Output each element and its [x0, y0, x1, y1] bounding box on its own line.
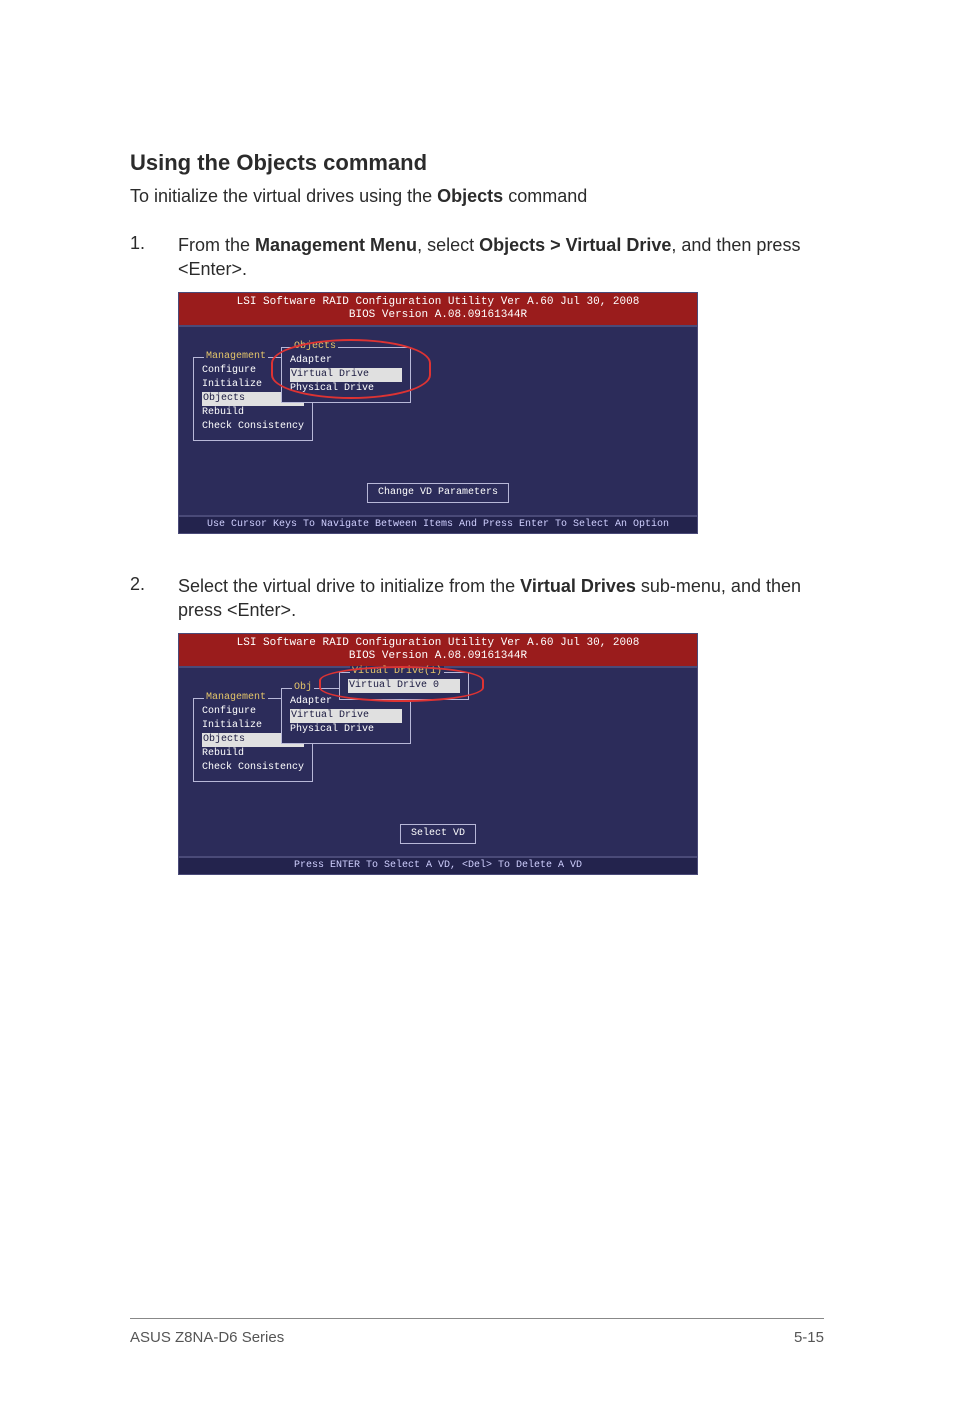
- objects-menu-panel: Objects Adapter Virtual Drive Physical D…: [281, 347, 411, 403]
- bios-screenshot-1: LSI Software RAID Configuration Utility …: [178, 292, 824, 534]
- description-box: Select VD: [400, 824, 476, 844]
- intro-text-post: command: [503, 186, 587, 206]
- page-footer: ASUS Z8NA-D6 Series 5-15: [130, 1318, 824, 1346]
- menu-item-virtual-drive[interactable]: Virtual Drive: [290, 709, 402, 723]
- intro-text-pre: To initialize the virtual drives using t…: [130, 186, 437, 206]
- step-number: 2.: [130, 574, 178, 623]
- menu-item-physical-drive[interactable]: Physical Drive: [290, 382, 402, 396]
- menu-item-virtual-drive[interactable]: Virtual Drive: [290, 368, 402, 382]
- objects-menu-legend-short: Obj: [292, 682, 314, 694]
- management-menu-legend: Management: [204, 692, 268, 704]
- section-heading: Using the Objects command: [130, 150, 824, 176]
- menu-item-check-consistency[interactable]: Check Consistency: [202, 420, 304, 434]
- bios-footer-hint: Press ENTER To Select A VD, <Del> To Del…: [178, 857, 698, 875]
- menu-item-virtual-drive-0[interactable]: Virtual Drive 0: [348, 679, 460, 693]
- bios-title-line1: LSI Software RAID Configuration Utility …: [185, 637, 691, 650]
- virtual-drives-submenu: Vitual Drive(1) Virtual Drive 0: [339, 672, 469, 700]
- menu-item-rebuild[interactable]: Rebuild: [202, 747, 304, 761]
- step-2: 2. Select the virtual drive to initializ…: [130, 574, 824, 623]
- menu-item-adapter[interactable]: Adapter: [290, 354, 402, 368]
- bios-screenshot-2: LSI Software RAID Configuration Utility …: [178, 633, 824, 875]
- step-1: 1. From the Management Menu, select Obje…: [130, 233, 824, 282]
- intro-paragraph: To initialize the virtual drives using t…: [130, 186, 824, 207]
- step-body: Select the virtual drive to initialize f…: [178, 574, 824, 623]
- footer-right: 5-15: [794, 1329, 824, 1346]
- menu-item-rebuild[interactable]: Rebuild: [202, 406, 304, 420]
- bios-title: LSI Software RAID Configuration Utility …: [178, 633, 698, 667]
- footer-left: ASUS Z8NA-D6 Series: [130, 1329, 284, 1346]
- bios-title: LSI Software RAID Configuration Utility …: [178, 292, 698, 326]
- step-body: From the Management Menu, select Objects…: [178, 233, 824, 282]
- menu-item-check-consistency[interactable]: Check Consistency: [202, 761, 304, 775]
- step-number: 1.: [130, 233, 178, 282]
- intro-text-bold: Objects: [437, 186, 503, 206]
- bios-title-line2: BIOS Version A.08.09161344R: [185, 650, 691, 663]
- bios-title-line1: LSI Software RAID Configuration Utility …: [185, 296, 691, 309]
- description-box: Change VD Parameters: [367, 483, 509, 503]
- objects-menu-legend: Objects: [292, 341, 338, 353]
- management-menu-legend: Management: [204, 351, 268, 363]
- bios-title-line2: BIOS Version A.08.09161344R: [185, 309, 691, 322]
- virtual-drives-legend: Vitual Drive(1): [350, 666, 444, 678]
- bios-footer-hint: Use Cursor Keys To Navigate Between Item…: [178, 516, 698, 534]
- menu-item-physical-drive[interactable]: Physical Drive: [290, 723, 402, 737]
